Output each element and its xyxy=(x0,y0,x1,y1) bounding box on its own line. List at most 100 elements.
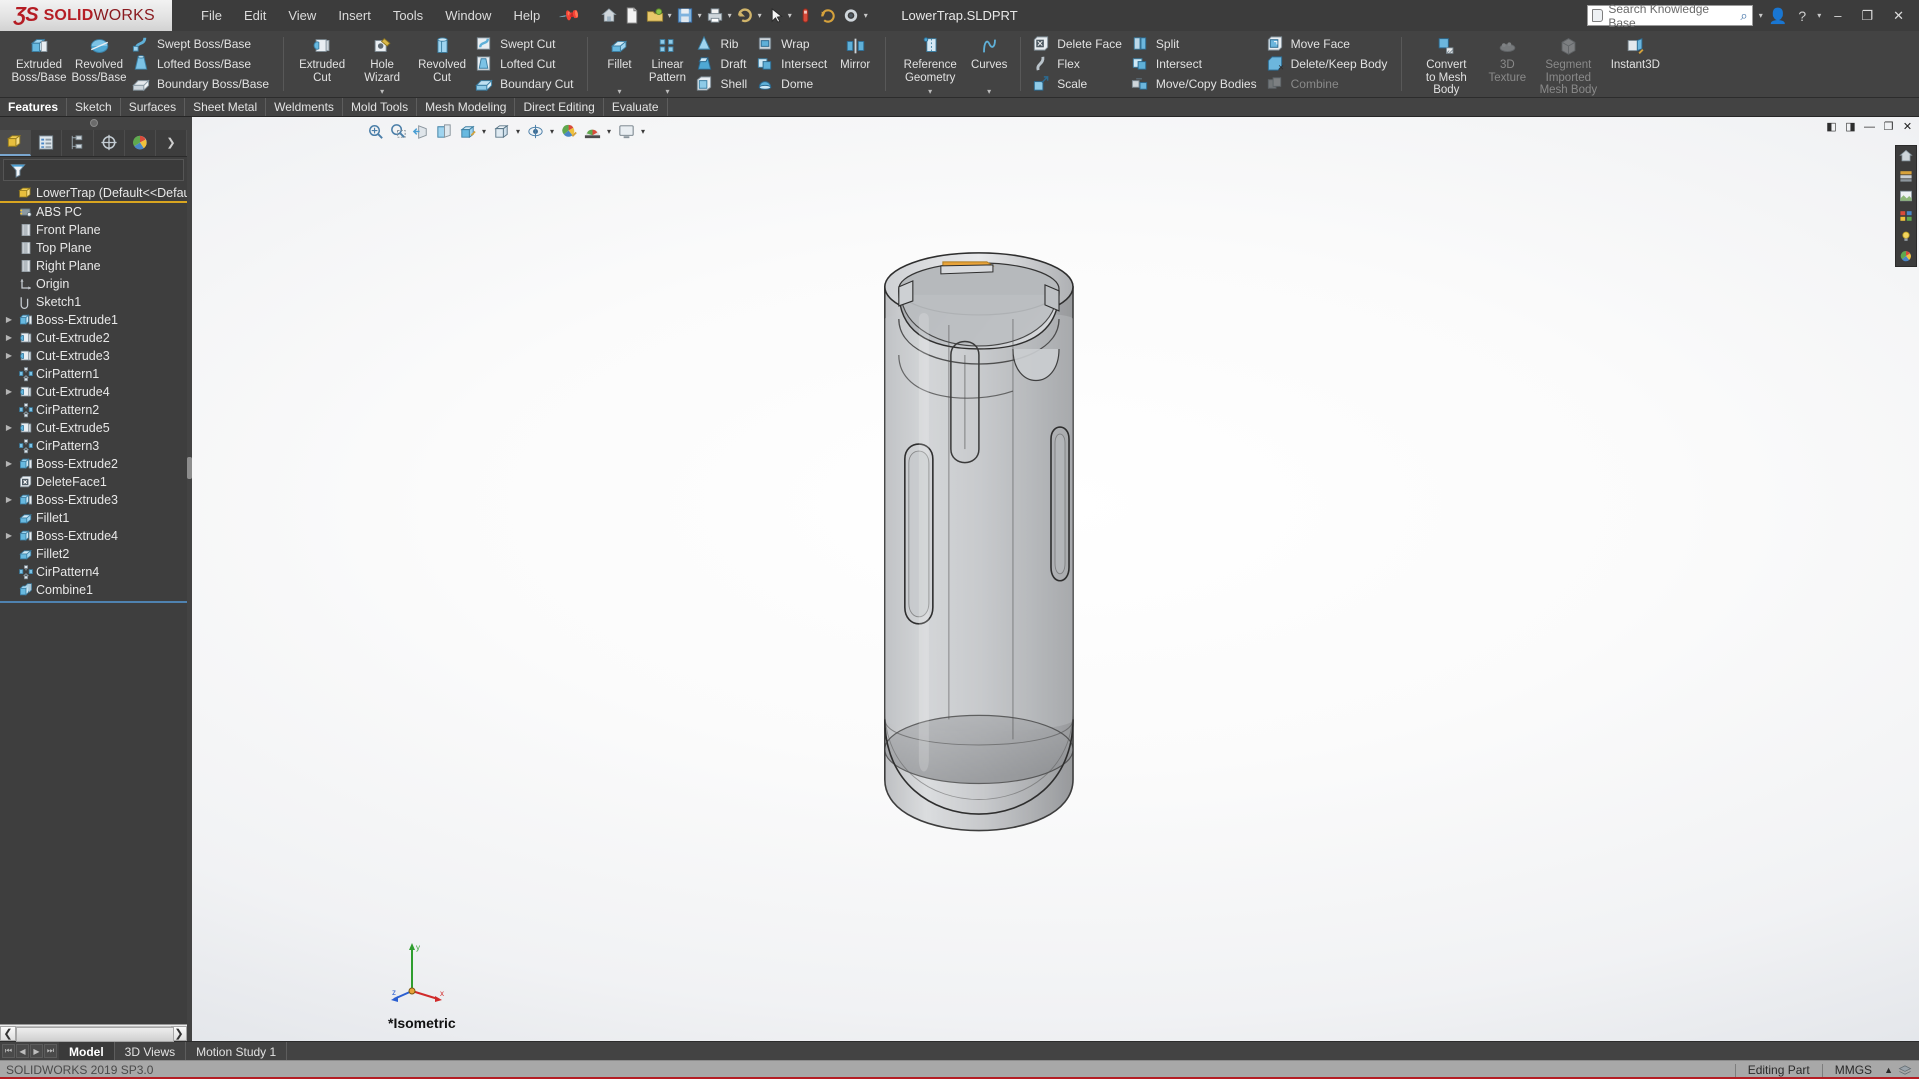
tree-item-sketch1[interactable]: Sketch1 xyxy=(0,293,187,311)
rib-button[interactable]: Rib xyxy=(692,34,753,53)
tree-expander[interactable]: ▶ xyxy=(2,531,16,540)
lofted-cut-button[interactable]: Lofted Cut xyxy=(472,54,579,73)
scroll-left-arrow[interactable]: ❮ xyxy=(0,1026,16,1041)
home-qa-icon[interactable] xyxy=(599,6,619,25)
cameras-icon[interactable] xyxy=(1896,246,1916,266)
tab-features[interactable]: Features xyxy=(0,98,67,116)
tree-item-cirpattern2[interactable]: CirPattern2 xyxy=(0,401,187,419)
convert-to-mesh-body-button[interactable]: Convertto MeshBody xyxy=(1410,31,1482,97)
tree-item-deleteface1[interactable]: DeleteFace1 xyxy=(0,473,187,491)
fillet-dropdown-caret[interactable]: ▾ xyxy=(617,87,621,97)
instant3d-button[interactable]: Instant3D xyxy=(1604,31,1666,97)
minimize-doc-button[interactable]: — xyxy=(1861,119,1878,135)
delete-keep-body-button[interactable]: ✕ Delete/Keep Body xyxy=(1263,54,1394,73)
units-label[interactable]: MMGS xyxy=(1827,1063,1880,1077)
graphics-viewport[interactable]: ▾ ▾ ▾ ▾ ▾ ◧ ◨ — ❐ ✕ xyxy=(192,117,1919,1042)
menu-edit[interactable]: Edit xyxy=(233,2,277,29)
lofted-boss-base-button[interactable]: Lofted Boss/Base xyxy=(129,54,275,73)
tab-sketch[interactable]: Sketch xyxy=(67,98,121,116)
display-style-button[interactable] xyxy=(490,121,512,143)
select-dropdown-caret[interactable]: ▾ xyxy=(788,11,792,20)
tree-expander[interactable]: ▶ xyxy=(2,459,16,468)
solidworks-logo[interactable]: ƷS SOLIDWORKS xyxy=(0,0,172,31)
lights-icon[interactable] xyxy=(1896,226,1916,246)
apply-scene-caret[interactable]: ▾ xyxy=(604,127,614,136)
linear-pattern-dropdown-caret[interactable]: ▾ xyxy=(665,87,669,97)
menu-file[interactable]: File xyxy=(190,2,233,29)
undo-dropdown-caret[interactable]: ▾ xyxy=(758,11,762,20)
wrap-button[interactable]: Wrap xyxy=(753,34,833,53)
print-icon[interactable] xyxy=(705,6,725,25)
rebuild-icon[interactable] xyxy=(818,6,838,25)
next-tab-button[interactable]: ▶ xyxy=(30,1044,43,1058)
home-icon[interactable] xyxy=(1896,146,1916,166)
model-3d-render[interactable] xyxy=(192,117,1919,1042)
units-caret-icon[interactable]: ▲ xyxy=(1884,1065,1893,1075)
layers-icon[interactable] xyxy=(1897,1063,1913,1077)
boundary-cut-button[interactable]: Boundary Cut xyxy=(472,74,579,93)
tree-item-cirpattern1[interactable]: CirPattern1 xyxy=(0,365,187,383)
tree-item-fillet2[interactable]: Fillet2 xyxy=(0,545,187,563)
zoom-to-fit-button[interactable] xyxy=(364,121,386,143)
tree-expander[interactable]: ▶ xyxy=(2,387,16,396)
help-button[interactable]: ? xyxy=(1793,6,1811,26)
user-account-icon[interactable]: 👤 xyxy=(1769,7,1788,25)
section-view-button[interactable] xyxy=(433,121,455,143)
tree-item-right-plane[interactable]: Right Plane xyxy=(0,257,187,275)
draft-button[interactable]: Draft xyxy=(692,54,753,73)
maximize-doc-button[interactable]: ❐ xyxy=(1880,119,1897,135)
tree-expander[interactable]: ▶ xyxy=(2,351,16,360)
hide-show-caret[interactable]: ▾ xyxy=(547,127,557,136)
view-settings-caret[interactable]: ▾ xyxy=(638,127,648,136)
display-style-caret[interactable]: ▾ xyxy=(513,127,523,136)
curves-button[interactable]: Curves ▾ xyxy=(966,31,1012,97)
close-doc-button[interactable]: ✕ xyxy=(1899,119,1916,135)
bottom-tab-3d-views[interactable]: 3D Views xyxy=(115,1042,186,1060)
tree-expander[interactable]: ▶ xyxy=(2,333,16,342)
open-dropdown-caret[interactable]: ▾ xyxy=(668,11,672,20)
revolved-boss-base-button[interactable]: RevolvedBoss/Base xyxy=(69,31,129,97)
view-settings-button[interactable] xyxy=(615,121,637,143)
hole-wizard-dropdown-caret[interactable]: ▾ xyxy=(380,87,384,97)
menu-help[interactable]: Help xyxy=(502,2,551,29)
tab-evaluate[interactable]: Evaluate xyxy=(604,98,668,116)
last-tab-button[interactable]: ⏭ xyxy=(44,1044,57,1058)
tree-item-top-plane[interactable]: Top Plane xyxy=(0,239,187,257)
tree-expander[interactable]: ▶ xyxy=(2,315,16,324)
tree-expander[interactable]: ▶ xyxy=(2,495,16,504)
scenes-icon[interactable] xyxy=(1896,186,1916,206)
reference-geometry-dropdown-caret[interactable]: ▾ xyxy=(928,87,932,97)
tree-rollback-bar[interactable] xyxy=(0,601,187,603)
open-document-icon[interactable] xyxy=(645,6,665,25)
restore-doc-left-button[interactable]: ◧ xyxy=(1823,119,1840,135)
previous-tab-button[interactable]: ◀ xyxy=(16,1044,29,1058)
tab-sheet-metal[interactable]: Sheet Metal xyxy=(185,98,266,116)
move-face-button[interactable]: Move Face xyxy=(1263,34,1394,53)
restore-window-button[interactable]: ❐ xyxy=(1854,6,1880,26)
mirror-button[interactable]: Mirror xyxy=(833,31,877,97)
close-window-button[interactable]: ✕ xyxy=(1886,6,1911,26)
tree-item-combine1[interactable]: Combine1 xyxy=(0,581,187,599)
intersect-button[interactable]: Intersect xyxy=(753,54,833,73)
dome-button[interactable]: Dome xyxy=(753,74,833,93)
swept-boss-base-button[interactable]: Swept Boss/Base xyxy=(129,34,275,53)
dimxpert-manager-tab[interactable] xyxy=(94,130,125,156)
tree-item-boss-extrude2[interactable]: ▶ Boss-Extrude2 xyxy=(0,455,187,473)
feature-manager-tab[interactable] xyxy=(0,130,31,156)
undo-icon[interactable] xyxy=(735,6,755,25)
options-dropdown-caret[interactable]: ▾ xyxy=(864,11,868,20)
tree-item-cut-extrude5[interactable]: ▶ Cut-Extrude5 xyxy=(0,419,187,437)
tab-surfaces[interactable]: Surfaces xyxy=(121,98,185,116)
feature-tree-filter[interactable] xyxy=(3,159,184,181)
view-orientation-button[interactable] xyxy=(456,121,478,143)
appearances-icon[interactable] xyxy=(1896,166,1916,186)
pushpin-icon[interactable]: 📌 xyxy=(558,4,582,28)
feature-tree-horizontal-scrollbar[interactable]: ❮ ❯ xyxy=(0,1024,187,1041)
menu-insert[interactable]: Insert xyxy=(327,2,382,29)
decals-icon[interactable] xyxy=(1896,206,1916,226)
tree-item-cut-extrude2[interactable]: ▶ Cut-Extrude2 xyxy=(0,329,187,347)
swept-cut-button[interactable]: Swept Cut xyxy=(472,34,579,53)
search-icon[interactable]: ⌕ xyxy=(1740,8,1747,24)
select-cursor-icon[interactable] xyxy=(765,6,785,25)
search-dropdown-caret[interactable]: ▾ xyxy=(1759,11,1763,20)
